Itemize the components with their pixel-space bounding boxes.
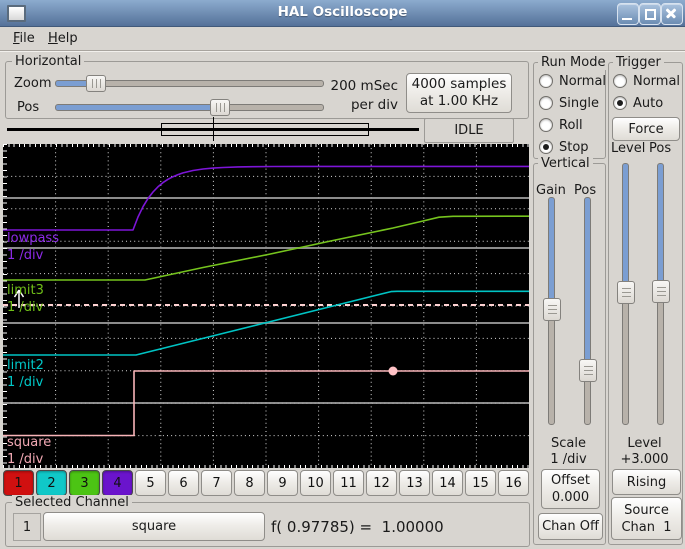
run-mode-option-label: Stop [559, 139, 589, 155]
horizontal-pos-slider-handle[interactable] [210, 99, 230, 116]
maximize-icon [645, 9, 656, 20]
run-mode-option-stop[interactable]: Stop [539, 136, 606, 158]
selected-channel-label: Selected Channel [12, 495, 132, 510]
samples-button[interactable]: 4000 samples at 1.00 KHz [406, 73, 512, 113]
channel-button-6[interactable]: 6 [168, 470, 199, 496]
scope-ticks-top [3, 144, 529, 147]
channel-button-2[interactable]: 2 [36, 470, 67, 496]
radio-icon[interactable] [613, 74, 627, 88]
channel-button-3[interactable]: 3 [69, 470, 100, 496]
trigger-group-label: Trigger [613, 55, 664, 70]
scope-scale-limit3: 1 /div [7, 300, 44, 315]
trigger-edge-button[interactable]: Rising [612, 469, 681, 495]
radio-icon[interactable] [539, 74, 553, 88]
minimize-button[interactable] [617, 3, 639, 25]
vertical-pos-slider-label: Pos [574, 183, 597, 198]
channel-button-14[interactable]: 14 [432, 470, 463, 496]
status-box: IDLE [424, 118, 514, 143]
minimize-icon [622, 18, 632, 20]
menu-bar: File Help [0, 27, 685, 51]
channel-button-11[interactable]: 11 [333, 470, 364, 496]
trigger-level-slider-label: Level [611, 141, 646, 156]
scope-ticks-bottom [3, 465, 529, 468]
time-per-div: 200 mSec per div [320, 77, 398, 115]
scope-scale-lowpass: 1 /div [7, 248, 44, 263]
run-mode-option-normal[interactable]: Normal [539, 70, 606, 92]
radio-icon[interactable] [539, 140, 553, 154]
vertical-group-label: Vertical [538, 156, 593, 171]
run-mode-group-label: Run Mode [538, 55, 609, 70]
run-mode-option-label: Single [559, 95, 599, 111]
scope-label-lowpass: lowpass [7, 231, 59, 246]
channel-button-5[interactable]: 5 [135, 470, 166, 496]
radio-icon[interactable] [613, 96, 627, 110]
channel-button-15[interactable]: 15 [465, 470, 496, 496]
channel-button-9[interactable]: 9 [267, 470, 298, 496]
horizontal-zoom-slider-handle[interactable] [86, 75, 106, 92]
close-button[interactable] [661, 3, 683, 25]
scope-display[interactable]: lowpass 1 /div limit3 1 /div limit2 1 /div squ… [3, 144, 530, 468]
title-bar[interactable]: HAL Oscilloscope [0, 0, 685, 27]
vertical-pos-slider-handle[interactable] [579, 359, 597, 382]
status-text: IDLE [454, 123, 484, 138]
vertical-scale-caption: Scale [551, 436, 586, 451]
probe-marker-dot [388, 366, 398, 376]
chan-off-button[interactable]: Chan Off [538, 513, 603, 540]
record-preview-trigger-mark [213, 117, 214, 141]
trigger-level-value: +3.000 [620, 452, 669, 467]
run-mode-option-single[interactable]: Single [539, 92, 606, 114]
scope-scale-square: 1 /div [7, 452, 44, 467]
force-button[interactable]: Force [612, 117, 680, 141]
run-mode-option-roll[interactable]: Roll [539, 114, 606, 136]
channel-button-13[interactable]: 13 [399, 470, 430, 496]
trigger-level-caption: Level [627, 436, 662, 451]
hal-oscilloscope-window: HAL Oscilloscope File Help Horizontal Zo… [0, 0, 685, 549]
time-per-div-value: 200 mSec [330, 78, 398, 94]
zoom-slider-label: Zoom [14, 76, 52, 91]
offset-button[interactable]: Offset 0.000 [541, 469, 600, 509]
vertical-scale-value: 1 /div [550, 452, 587, 467]
channel-button-10[interactable]: 10 [300, 470, 331, 496]
channel-button-1[interactable]: 1 [3, 470, 34, 496]
vertical-gain-slider-handle[interactable] [543, 298, 561, 321]
selected-channel-number: 1 [13, 513, 41, 541]
horizontal-pos-slider[interactable] [55, 104, 324, 111]
record-preview-window [161, 123, 369, 136]
trigger-level-slider-handle[interactable] [617, 281, 635, 304]
window-title: HAL Oscilloscope [277, 4, 408, 20]
trigger-pos-slider-handle[interactable] [652, 280, 670, 303]
channel-button-8[interactable]: 8 [234, 470, 265, 496]
scope-label-square: square [7, 435, 52, 450]
scope-label-limit2: limit2 [7, 358, 44, 373]
radio-icon[interactable] [539, 118, 553, 132]
scope-traces [3, 144, 530, 468]
time-per-div-unit: per div [350, 97, 398, 113]
vertical-gain-slider-label: Gain [536, 183, 566, 198]
channel-button-12[interactable]: 12 [366, 470, 397, 496]
trigger-mode-option-label: Normal [633, 73, 681, 89]
menu-file[interactable]: File [9, 30, 39, 47]
vertical-pos-slider[interactable] [584, 197, 591, 425]
menu-help[interactable]: Help [44, 30, 82, 47]
channel-button-row: 1 2 3 4 5 6 7 8 9 10 11 12 13 14 15 16 [3, 470, 529, 496]
radio-icon[interactable] [539, 96, 553, 110]
channel-button-16[interactable]: 16 [498, 470, 529, 496]
probe-value-text: f( 0.97785) = 1.00000 [271, 518, 444, 536]
maximize-button[interactable] [639, 3, 661, 25]
trigger-mode-option-auto[interactable]: Auto [613, 92, 680, 114]
trigger-pos-slider-label: Pos [649, 141, 672, 156]
channel-button-4[interactable]: 4 [102, 470, 133, 496]
run-mode-option-label: Roll [559, 117, 583, 133]
trigger-mode-option-normal[interactable]: Normal [613, 70, 680, 92]
channel-button-7[interactable]: 7 [201, 470, 232, 496]
scope-scale-limit2: 1 /div [7, 375, 44, 390]
channel-name-button[interactable]: square [43, 512, 265, 541]
trigger-mode-option-label: Auto [633, 95, 664, 111]
horizontal-group-label: Horizontal [12, 54, 85, 69]
scope-label-limit3: limit3 [7, 283, 44, 298]
pos-slider-label: Pos [17, 100, 40, 115]
run-mode-option-label: Normal [559, 73, 607, 89]
trigger-source-button[interactable]: Source Chan 1 [611, 497, 682, 540]
